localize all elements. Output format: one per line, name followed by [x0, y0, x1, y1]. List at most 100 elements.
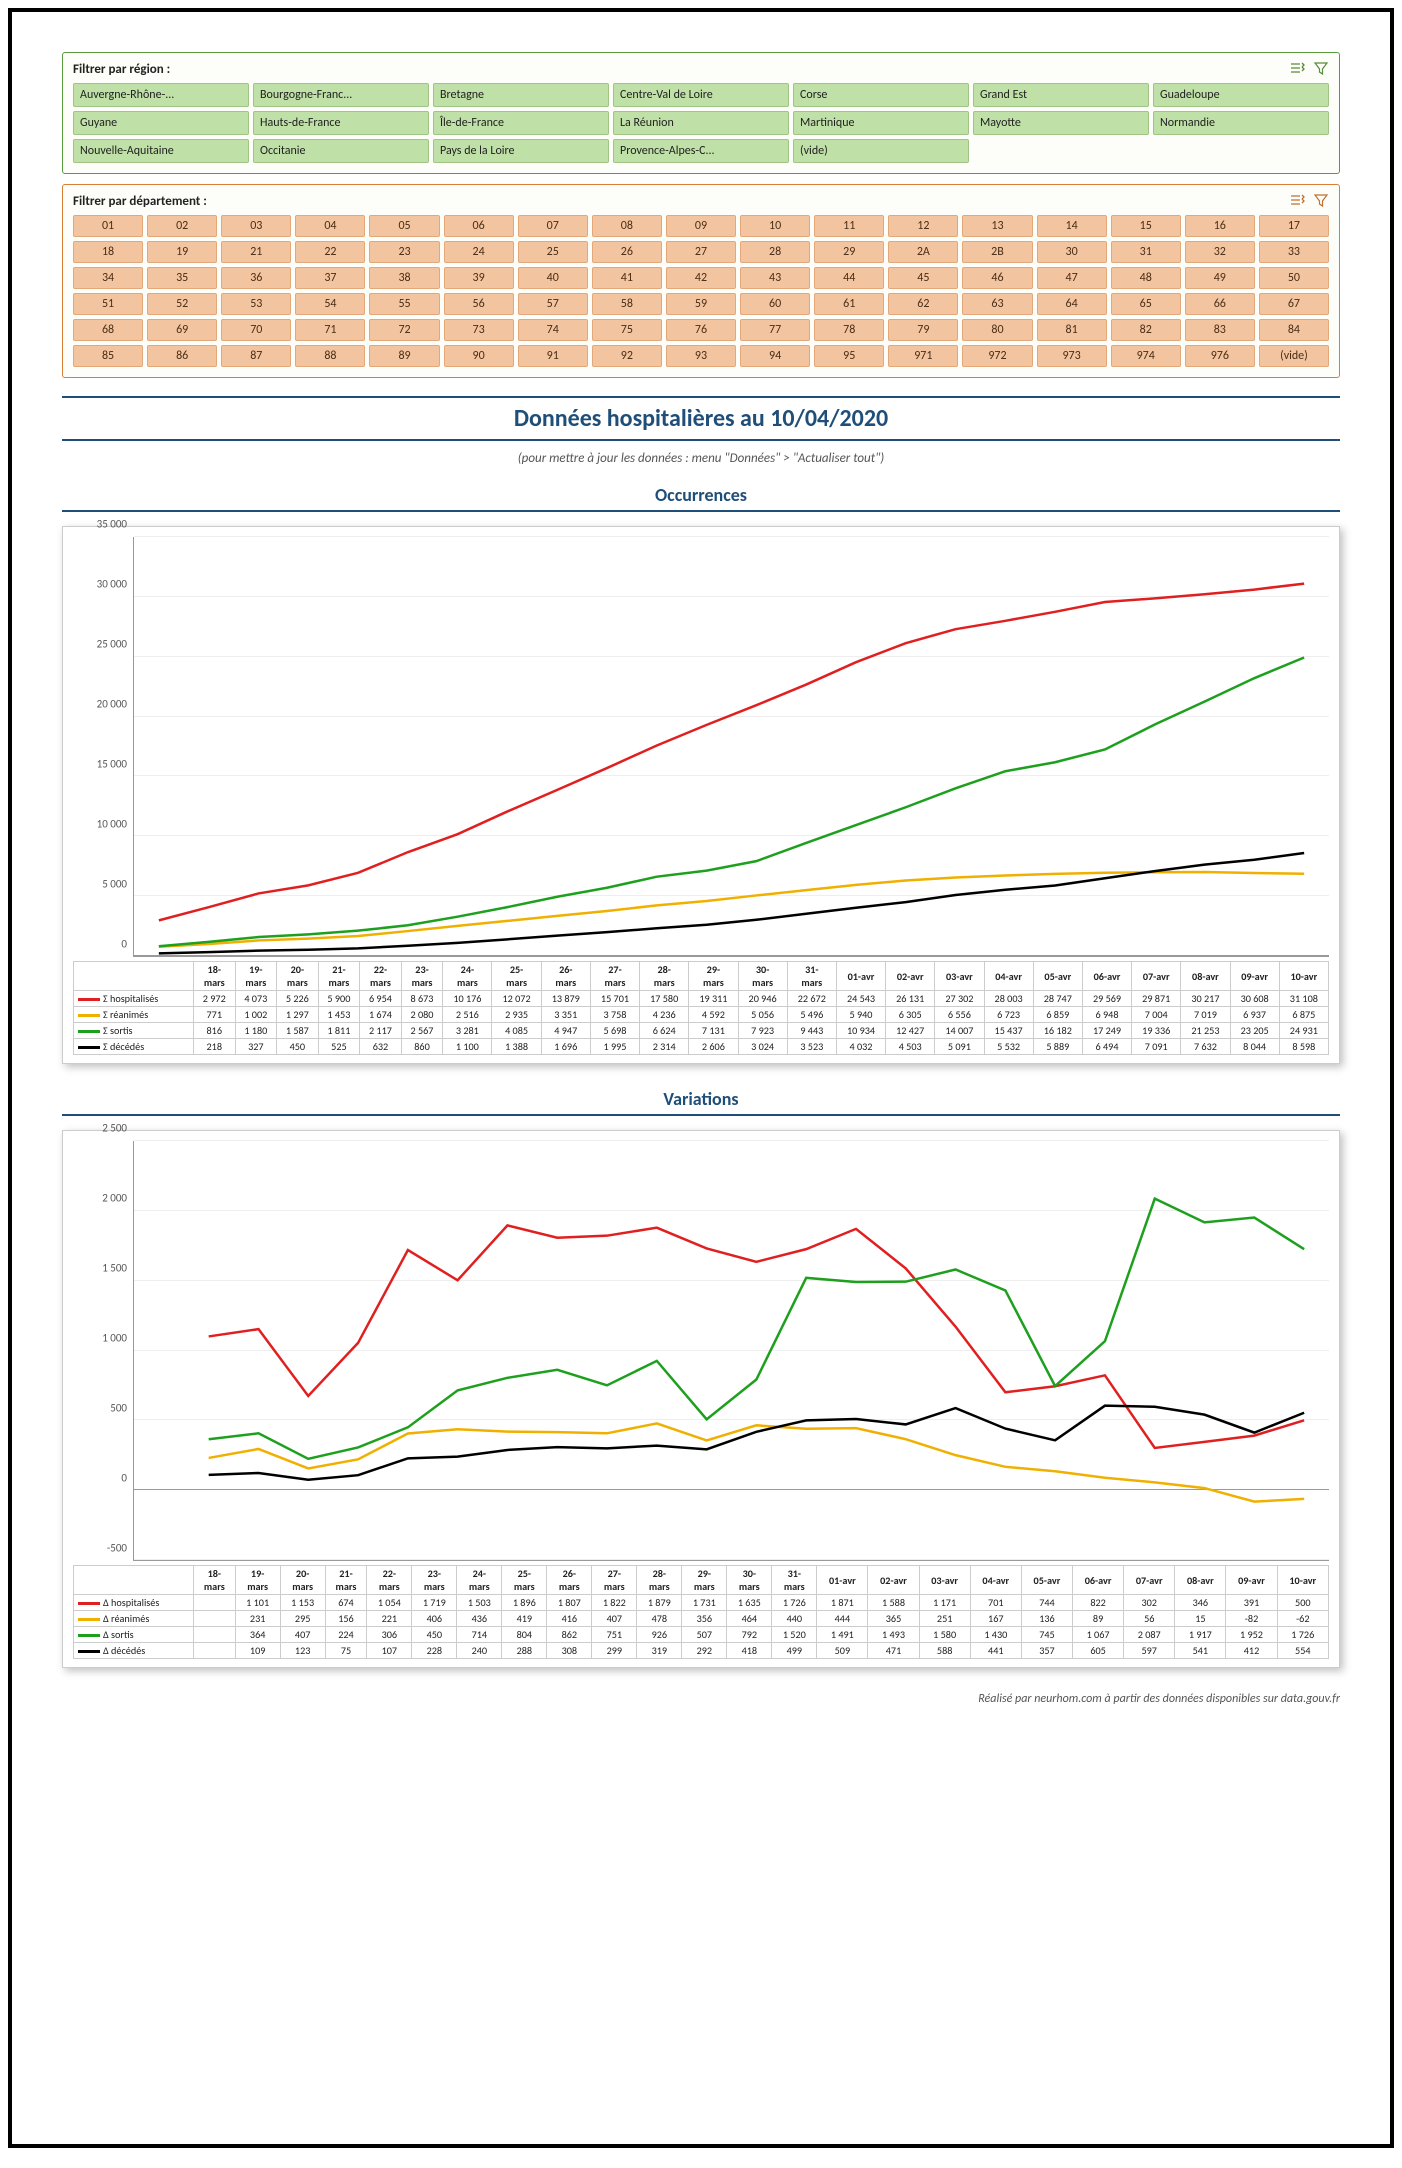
- dept-item[interactable]: 22: [295, 241, 365, 263]
- region-item[interactable]: Grand Est: [973, 83, 1149, 107]
- region-item[interactable]: Provence-Alpes-C...: [613, 139, 789, 163]
- dept-item[interactable]: 08: [592, 215, 662, 237]
- region-item[interactable]: (vide): [793, 139, 969, 163]
- dept-item[interactable]: 03: [221, 215, 291, 237]
- dept-item[interactable]: 21: [221, 241, 291, 263]
- dept-item[interactable]: 07: [518, 215, 588, 237]
- dept-item[interactable]: 972: [962, 345, 1032, 367]
- dept-item[interactable]: 49: [1185, 267, 1255, 289]
- dept-item[interactable]: 31: [1111, 241, 1181, 263]
- dept-item[interactable]: 976: [1185, 345, 1255, 367]
- dept-item[interactable]: 974: [1111, 345, 1181, 367]
- dept-item[interactable]: 60: [740, 293, 810, 315]
- dept-item[interactable]: 91: [518, 345, 588, 367]
- dept-item[interactable]: 41: [592, 267, 662, 289]
- dept-item[interactable]: 36: [221, 267, 291, 289]
- dept-item[interactable]: 02: [147, 215, 217, 237]
- dept-item[interactable]: 973: [1037, 345, 1107, 367]
- region-item[interactable]: Normandie: [1153, 111, 1329, 135]
- region-item[interactable]: Hauts-de-France: [253, 111, 429, 135]
- dept-item[interactable]: 75: [592, 319, 662, 341]
- dept-item[interactable]: 58: [592, 293, 662, 315]
- dept-item[interactable]: (vide): [1259, 345, 1329, 367]
- dept-item[interactable]: 57: [518, 293, 588, 315]
- dept-item[interactable]: 12: [888, 215, 958, 237]
- dept-item[interactable]: 34: [73, 267, 143, 289]
- region-item[interactable]: Bourgogne-Franc...: [253, 83, 429, 107]
- dept-item[interactable]: 38: [369, 267, 439, 289]
- dept-item[interactable]: 55: [369, 293, 439, 315]
- dept-item[interactable]: 77: [740, 319, 810, 341]
- dept-item[interactable]: 78: [814, 319, 884, 341]
- dept-item[interactable]: 44: [814, 267, 884, 289]
- region-item[interactable]: Martinique: [793, 111, 969, 135]
- region-item[interactable]: Guyane: [73, 111, 249, 135]
- dept-item[interactable]: 88: [295, 345, 365, 367]
- region-item[interactable]: Île-de-France: [433, 111, 609, 135]
- dept-item[interactable]: 24: [444, 241, 514, 263]
- region-item[interactable]: Corse: [793, 83, 969, 107]
- clear-filter-icon[interactable]: [1313, 193, 1329, 209]
- dept-item[interactable]: 46: [962, 267, 1032, 289]
- dept-item[interactable]: 26: [592, 241, 662, 263]
- dept-item[interactable]: 92: [592, 345, 662, 367]
- dept-item[interactable]: 15: [1111, 215, 1181, 237]
- dept-item[interactable]: 30: [1037, 241, 1107, 263]
- dept-item[interactable]: 74: [518, 319, 588, 341]
- dept-item[interactable]: 01: [73, 215, 143, 237]
- dept-item[interactable]: 47: [1037, 267, 1107, 289]
- dept-item[interactable]: 29: [814, 241, 884, 263]
- dept-item[interactable]: 68: [73, 319, 143, 341]
- dept-item[interactable]: 40: [518, 267, 588, 289]
- dept-item[interactable]: 971: [888, 345, 958, 367]
- dept-item[interactable]: 19: [147, 241, 217, 263]
- region-item[interactable]: La Réunion: [613, 111, 789, 135]
- dept-item[interactable]: 64: [1037, 293, 1107, 315]
- dept-item[interactable]: 85: [73, 345, 143, 367]
- dept-item[interactable]: 59: [666, 293, 736, 315]
- dept-item[interactable]: 67: [1259, 293, 1329, 315]
- dept-item[interactable]: 16: [1185, 215, 1255, 237]
- dept-item[interactable]: 94: [740, 345, 810, 367]
- dept-item[interactable]: 83: [1185, 319, 1255, 341]
- dept-item[interactable]: 45: [888, 267, 958, 289]
- region-item[interactable]: Occitanie: [253, 139, 429, 163]
- region-item[interactable]: Bretagne: [433, 83, 609, 107]
- region-item[interactable]: Centre-Val de Loire: [613, 83, 789, 107]
- region-item[interactable]: Mayotte: [973, 111, 1149, 135]
- dept-item[interactable]: 51: [73, 293, 143, 315]
- dept-item[interactable]: 65: [1111, 293, 1181, 315]
- dept-item[interactable]: 79: [888, 319, 958, 341]
- clear-filter-icon[interactable]: [1313, 61, 1329, 77]
- region-item[interactable]: Nouvelle-Aquitaine: [73, 139, 249, 163]
- dept-item[interactable]: 06: [444, 215, 514, 237]
- dept-item[interactable]: 81: [1037, 319, 1107, 341]
- dept-item[interactable]: 84: [1259, 319, 1329, 341]
- dept-item[interactable]: 10: [740, 215, 810, 237]
- dept-item[interactable]: 37: [295, 267, 365, 289]
- dept-item[interactable]: 48: [1111, 267, 1181, 289]
- dept-item[interactable]: 32: [1185, 241, 1255, 263]
- dept-item[interactable]: 2B: [962, 241, 1032, 263]
- dept-item[interactable]: 61: [814, 293, 884, 315]
- dept-item[interactable]: 39: [444, 267, 514, 289]
- dept-item[interactable]: 25: [518, 241, 588, 263]
- dept-item[interactable]: 42: [666, 267, 736, 289]
- dept-item[interactable]: 76: [666, 319, 736, 341]
- dept-item[interactable]: 66: [1185, 293, 1255, 315]
- dept-item[interactable]: 62: [888, 293, 958, 315]
- dept-item[interactable]: 95: [814, 345, 884, 367]
- dept-item[interactable]: 80: [962, 319, 1032, 341]
- region-item[interactable]: Guadeloupe: [1153, 83, 1329, 107]
- dept-item[interactable]: 13: [962, 215, 1032, 237]
- dept-item[interactable]: 93: [666, 345, 736, 367]
- multi-select-icon[interactable]: [1289, 61, 1305, 77]
- dept-item[interactable]: 23: [369, 241, 439, 263]
- dept-item[interactable]: 18: [73, 241, 143, 263]
- dept-item[interactable]: 56: [444, 293, 514, 315]
- dept-item[interactable]: 28: [740, 241, 810, 263]
- dept-item[interactable]: 53: [221, 293, 291, 315]
- dept-item[interactable]: 87: [221, 345, 291, 367]
- multi-select-icon[interactable]: [1289, 193, 1305, 209]
- dept-item[interactable]: 72: [369, 319, 439, 341]
